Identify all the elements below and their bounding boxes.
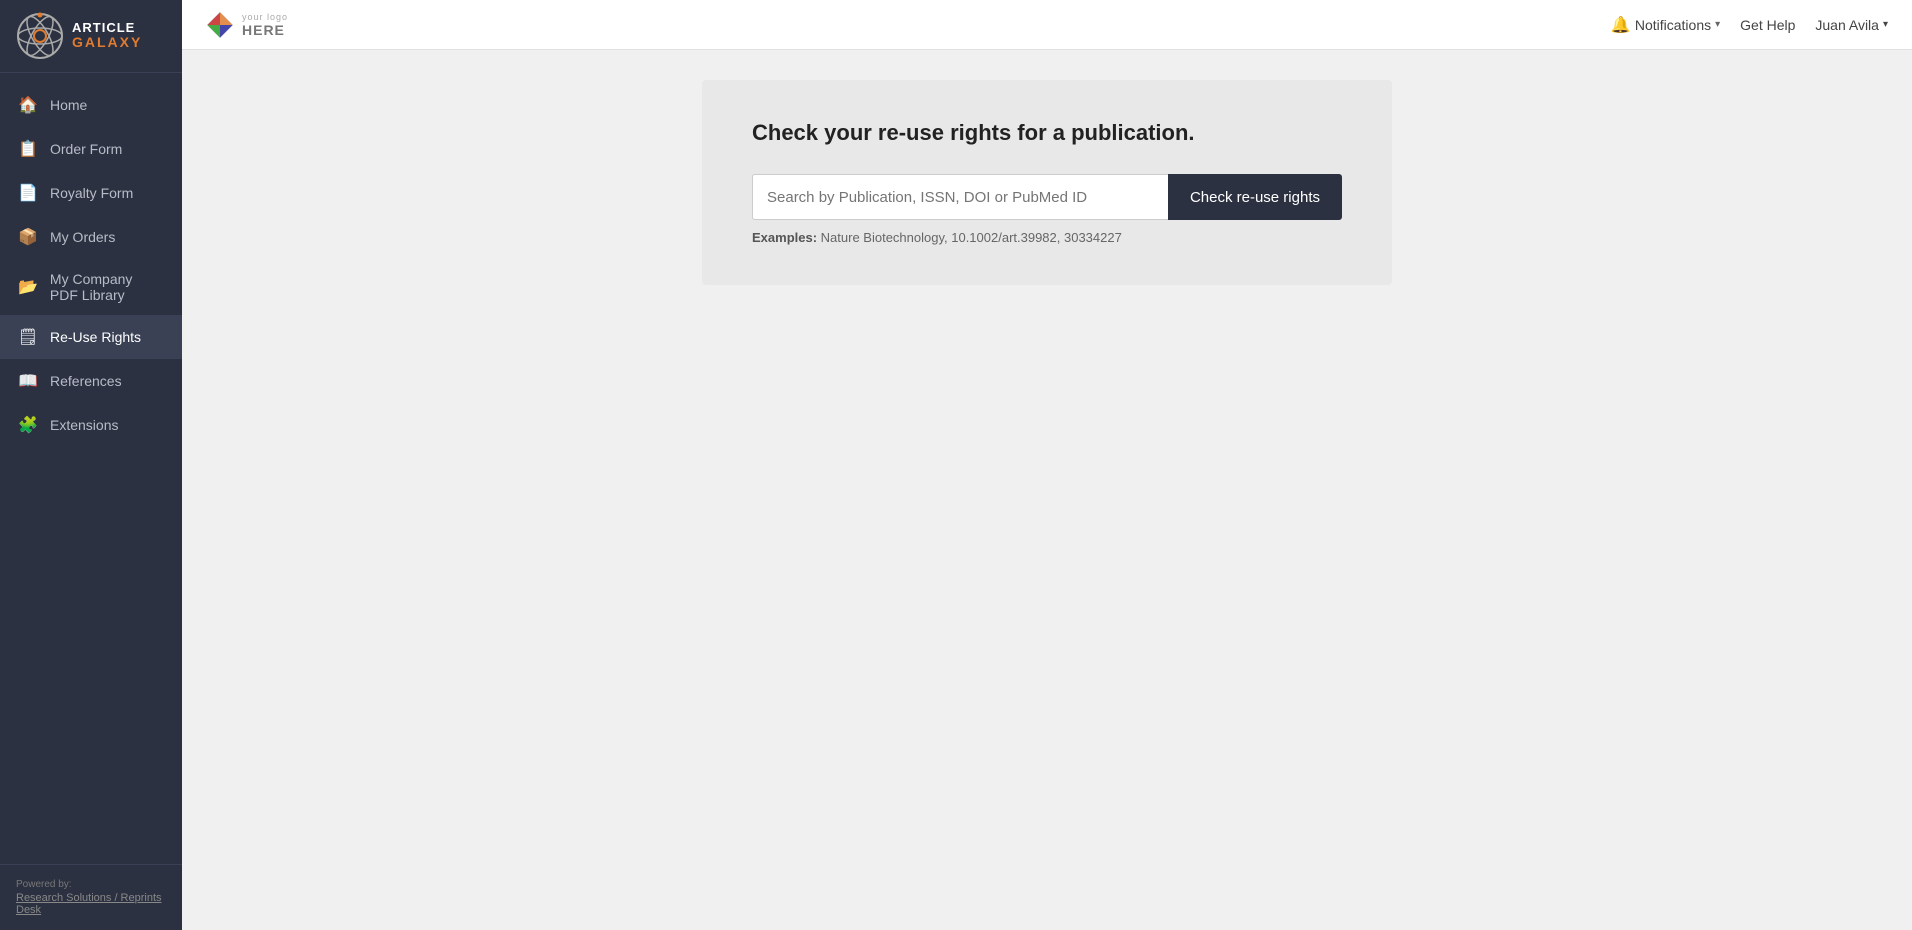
royalty-form-icon: 📄 bbox=[18, 183, 38, 203]
sidebar-item-label-order-form: Order Form bbox=[50, 141, 122, 157]
sidebar-item-order-form[interactable]: 📋 Order Form bbox=[0, 127, 182, 171]
topbar-logo: your logo HERE bbox=[206, 11, 288, 39]
examples-label: Examples: bbox=[752, 230, 817, 245]
topbar: your logo HERE 🔔 Notifications ▾ Get Hel… bbox=[182, 0, 1912, 50]
home-icon: 🏠 bbox=[18, 95, 38, 115]
sidebar-item-label-re-use-rights: Re-Use Rights bbox=[50, 329, 141, 345]
card-title: Check your re-use rights for a publicati… bbox=[752, 120, 1342, 146]
bell-icon: 🔔 bbox=[1611, 15, 1631, 35]
sidebar-item-home[interactable]: 🏠 Home bbox=[0, 83, 182, 127]
sidebar-item-re-use-rights[interactable]: 🗒 Re-Use Rights bbox=[0, 315, 182, 359]
sidebar-item-my-company-pdf-library[interactable]: 📂 My Company PDF Library bbox=[0, 259, 182, 315]
topbar-logo-placeholder: your logo HERE bbox=[242, 12, 288, 38]
sidebar-item-my-orders[interactable]: 📦 My Orders bbox=[0, 215, 182, 259]
user-caret-icon: ▾ bbox=[1883, 19, 1888, 30]
sidebar-item-label-references: References bbox=[50, 373, 122, 389]
logo-article: ARTICLE bbox=[72, 21, 142, 35]
sidebar-item-label-home: Home bbox=[50, 97, 87, 113]
get-help-link[interactable]: Get Help bbox=[1740, 17, 1795, 33]
my-orders-icon: 📦 bbox=[18, 227, 38, 247]
topbar-right: 🔔 Notifications ▾ Get Help Juan Avila ▾ bbox=[1611, 15, 1888, 35]
logo-galaxy: GALAXY bbox=[72, 35, 142, 50]
logo-text: ARTICLE GALAXY bbox=[72, 21, 142, 51]
notifications-button[interactable]: 🔔 Notifications ▾ bbox=[1611, 15, 1720, 35]
examples-value: Nature Biotechnology, 10.1002/art.39982,… bbox=[821, 230, 1122, 245]
order-form-icon: 📋 bbox=[18, 139, 38, 159]
sidebar-item-extensions[interactable]: 🧩 Extensions bbox=[0, 403, 182, 447]
extensions-icon: 🧩 bbox=[18, 415, 38, 435]
check-reuse-rights-button[interactable]: Check re-use rights bbox=[1168, 174, 1342, 220]
sidebar-item-label-my-orders: My Orders bbox=[50, 229, 115, 245]
main-content: your logo HERE 🔔 Notifications ▾ Get Hel… bbox=[182, 0, 1912, 930]
sidebar-footer: Powered by: Research Solutions / Reprint… bbox=[0, 864, 182, 930]
search-row: Check re-use rights bbox=[752, 174, 1342, 220]
sidebar-item-label-extensions: Extensions bbox=[50, 417, 118, 433]
notifications-label: Notifications bbox=[1635, 17, 1711, 33]
sidebar-item-royalty-form[interactable]: 📄 Royalty Form bbox=[0, 171, 182, 215]
my-company-pdf-library-icon: 📂 bbox=[18, 277, 38, 297]
search-input[interactable] bbox=[752, 174, 1168, 220]
page-content: Check your re-use rights for a publicati… bbox=[182, 50, 1912, 930]
sidebar-item-references[interactable]: 📖 References bbox=[0, 359, 182, 403]
topbar-here: HERE bbox=[242, 22, 285, 38]
re-use-rights-icon: 🗒 bbox=[18, 327, 38, 347]
sidebar-item-label-royalty-form: Royalty Form bbox=[50, 185, 133, 201]
notifications-caret-icon: ▾ bbox=[1715, 19, 1720, 30]
user-name: Juan Avila bbox=[1815, 17, 1879, 33]
article-galaxy-logo-icon bbox=[16, 12, 64, 60]
company-link[interactable]: Research Solutions / Reprints Desk bbox=[16, 892, 162, 916]
sidebar-nav: 🏠 Home 📋 Order Form 📄 Royalty Form 📦 My Orders 📂… bbox=[0, 73, 182, 864]
references-icon: 📖 bbox=[18, 371, 38, 391]
sidebar-item-label-my-company-pdf-library: My Company PDF Library bbox=[50, 271, 164, 303]
topbar-diamond-icon bbox=[206, 11, 234, 39]
examples-text: Examples: Nature Biotechnology, 10.1002/… bbox=[752, 230, 1342, 245]
powered-by-label: Powered by: bbox=[16, 879, 166, 890]
topbar-your-logo: your logo bbox=[242, 12, 288, 22]
user-menu[interactable]: Juan Avila ▾ bbox=[1815, 17, 1888, 33]
sidebar: ARTICLE GALAXY 🏠 Home 📋 Order Form 📄 Royalty … bbox=[0, 0, 182, 930]
reuse-rights-card: Check your re-use rights for a publicati… bbox=[702, 80, 1392, 285]
sidebar-logo: ARTICLE GALAXY bbox=[0, 0, 182, 73]
